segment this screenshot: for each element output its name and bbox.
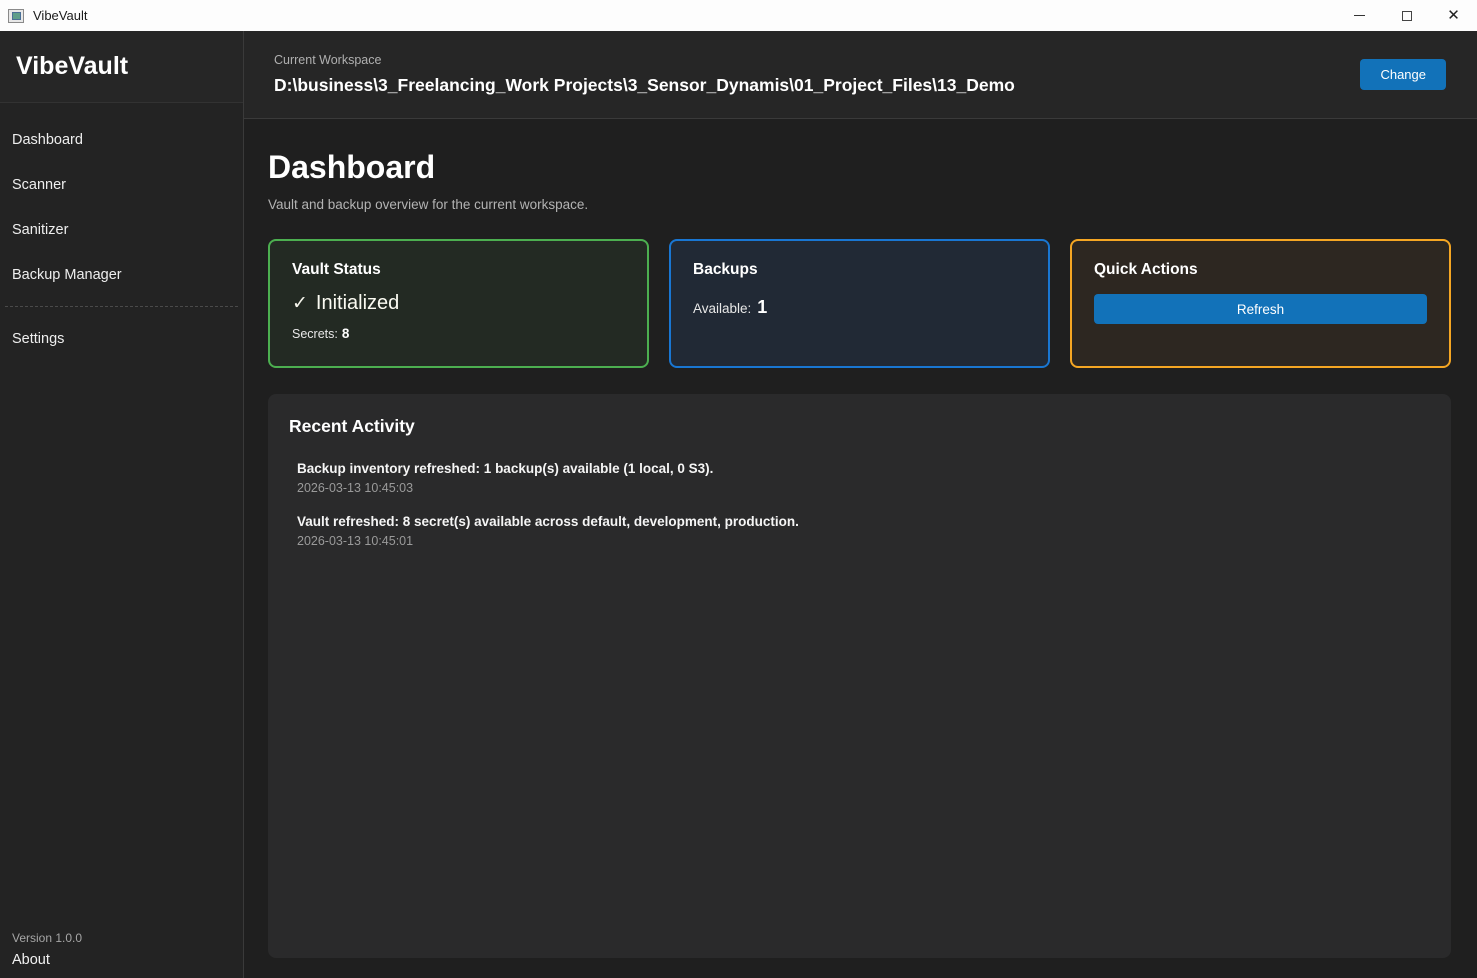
secrets-line: Secrets: 8 — [292, 326, 625, 341]
check-icon: ✓ — [292, 292, 308, 315]
sidebar-item-backup-manager[interactable]: Backup Manager — [0, 252, 243, 297]
sidebar-footer: Version 1.0.0 About — [0, 931, 243, 978]
recent-activity-title: Recent Activity — [289, 416, 1430, 437]
sidebar-item-settings[interactable]: Settings — [0, 316, 243, 361]
vault-status-value: Initialized — [316, 292, 399, 315]
workspace-label: Current Workspace — [274, 53, 1015, 67]
sidebar-nav: Dashboard Scanner Sanitizer Backup Manag… — [0, 103, 243, 361]
vault-status-line: ✓ Initialized — [292, 292, 625, 315]
workspace-path: D:\business\3_Freelancing_Work Projects\… — [274, 75, 1015, 96]
recent-activity-panel: Recent Activity Backup inventory refresh… — [268, 394, 1451, 958]
activity-timestamp: 2026-03-13 10:45:03 — [297, 481, 1430, 495]
main-area: Current Workspace D:\business\3_Freelanc… — [244, 31, 1477, 978]
page-title: Dashboard — [268, 149, 1451, 186]
available-label: Available: — [693, 301, 751, 316]
backups-title: Backups — [693, 261, 1026, 279]
backups-card: Backups Available: 1 — [669, 239, 1050, 368]
version-label: Version 1.0.0 — [12, 931, 243, 945]
secrets-count: 8 — [342, 326, 350, 341]
minimize-button[interactable] — [1336, 0, 1383, 31]
window-controls: ✕ — [1336, 0, 1477, 31]
activity-timestamp: 2026-03-13 10:45:01 — [297, 534, 1430, 548]
sidebar-divider — [5, 306, 238, 307]
sidebar-item-dashboard[interactable]: Dashboard — [0, 117, 243, 162]
activity-message: Vault refreshed: 8 secret(s) available a… — [297, 514, 1430, 529]
backups-available-line: Available: 1 — [693, 297, 1026, 318]
close-icon: ✕ — [1447, 8, 1460, 23]
window-title: VibeVault — [33, 8, 87, 23]
change-workspace-button[interactable]: Change — [1360, 59, 1446, 90]
window-titlebar: VibeVault ✕ — [0, 0, 1477, 31]
app-brand: VibeVault — [0, 31, 243, 103]
app-window: VibeVault Dashboard Scanner Sanitizer Ba… — [0, 31, 1477, 978]
sidebar-item-sanitizer[interactable]: Sanitizer — [0, 207, 243, 252]
activity-item: Backup inventory refreshed: 1 backup(s) … — [289, 461, 1430, 495]
workspace-info: Current Workspace D:\business\3_Freelanc… — [274, 53, 1015, 96]
workspace-header: Current Workspace D:\business\3_Freelanc… — [244, 31, 1477, 119]
app-icon-inner — [12, 12, 21, 20]
activity-item: Vault refreshed: 8 secret(s) available a… — [289, 514, 1430, 548]
vault-status-card: Vault Status ✓ Initialized Secrets: 8 — [268, 239, 649, 368]
about-link[interactable]: About — [12, 952, 243, 968]
sidebar: VibeVault Dashboard Scanner Sanitizer Ba… — [0, 31, 244, 978]
close-button[interactable]: ✕ — [1430, 0, 1477, 31]
secrets-label: Secrets: — [292, 327, 338, 341]
maximize-button[interactable] — [1383, 0, 1430, 31]
sidebar-item-scanner[interactable]: Scanner — [0, 162, 243, 207]
quick-actions-title: Quick Actions — [1094, 261, 1427, 279]
activity-message: Backup inventory refreshed: 1 backup(s) … — [297, 461, 1430, 476]
status-cards-row: Vault Status ✓ Initialized Secrets: 8 Bac… — [268, 239, 1451, 368]
minimize-icon — [1354, 15, 1365, 16]
page-subtitle: Vault and backup overview for the curren… — [268, 197, 1451, 212]
quick-actions-card: Quick Actions Refresh — [1070, 239, 1451, 368]
maximize-icon — [1402, 11, 1412, 21]
app-icon — [8, 9, 24, 23]
dashboard-content: Dashboard Vault and backup overview for … — [244, 119, 1477, 978]
available-count: 1 — [757, 297, 767, 317]
refresh-button[interactable]: Refresh — [1094, 294, 1427, 324]
vault-status-title: Vault Status — [292, 261, 625, 279]
